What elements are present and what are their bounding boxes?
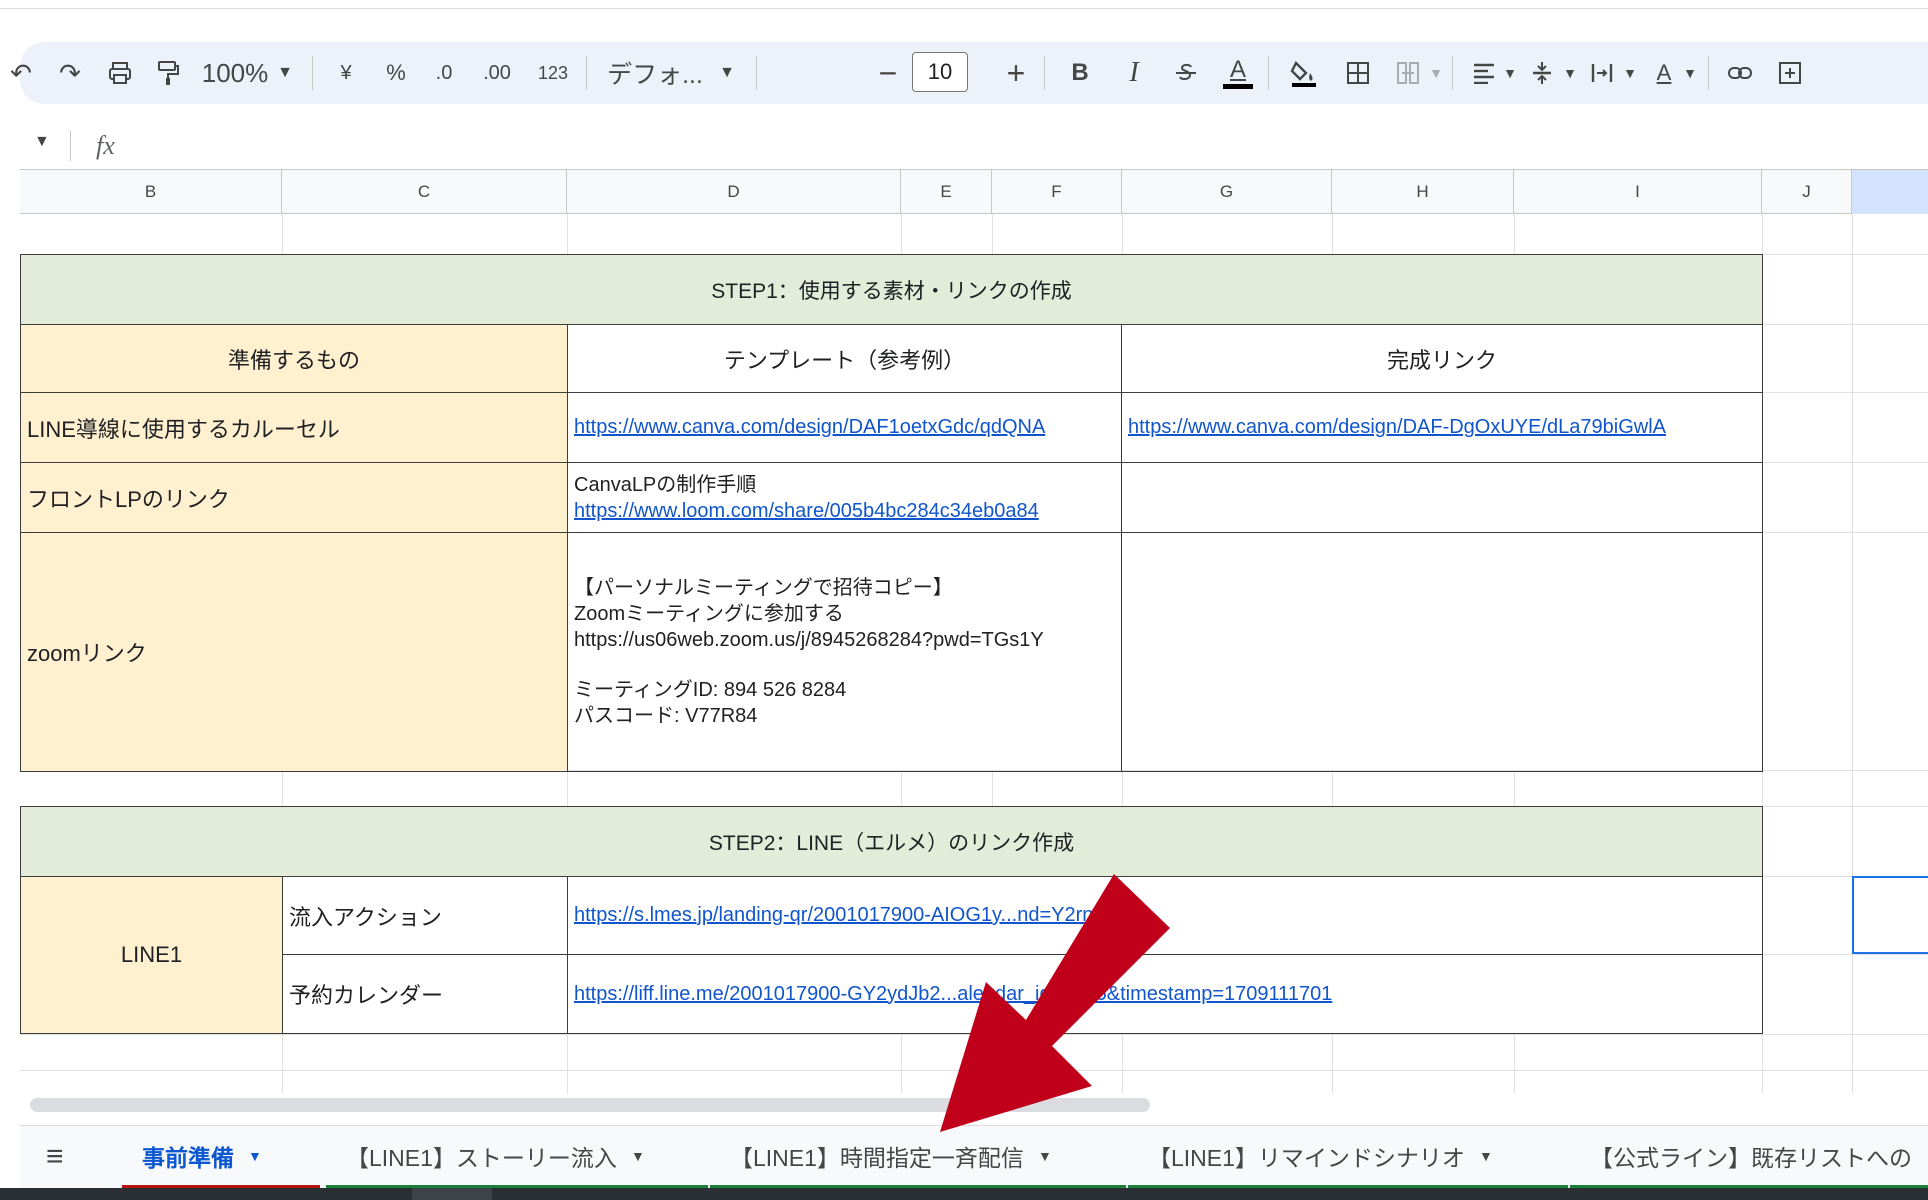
arrow-shape bbox=[940, 874, 1170, 1132]
red-annotation-arrow bbox=[940, 874, 1170, 1132]
spreadsheet-window: ↶ ↷ 100% ▼ ¥ % .0 .00 123 デフォ... ▼ − + B… bbox=[0, 0, 1928, 1200]
